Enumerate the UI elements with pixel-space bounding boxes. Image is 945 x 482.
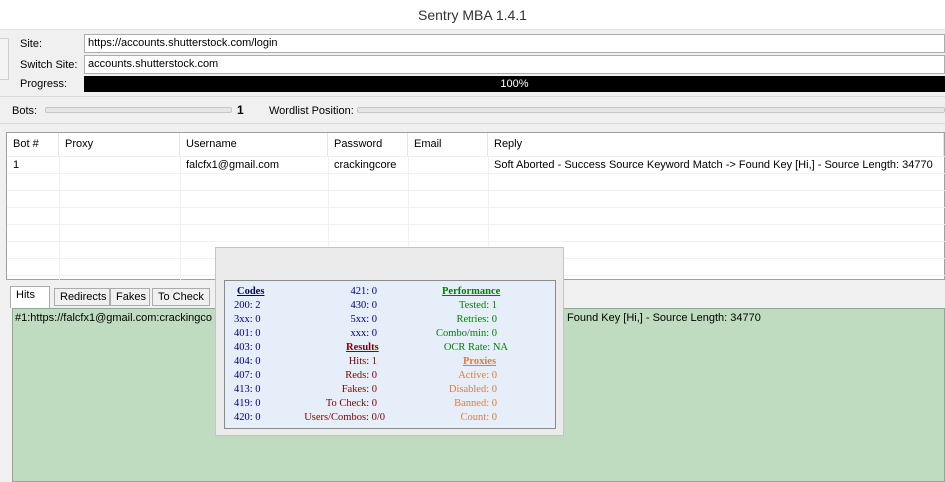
- proxy-active: Active: 0: [458, 370, 497, 381]
- proxy-count: Count: 0: [460, 412, 497, 423]
- cell-username: falcfx1@gmail.com: [186, 159, 280, 171]
- switch-site-label: Switch Site:: [20, 59, 78, 71]
- code-401: 401: 0: [234, 328, 261, 339]
- code-200: 200: 2: [234, 300, 261, 311]
- cell-bot: 1: [13, 159, 20, 171]
- code-404: 404: 0: [234, 356, 261, 367]
- window-title: Sentry MBA 1.4.1: [0, 0, 945, 30]
- perf-retries: Retries: 0: [456, 314, 497, 325]
- progress-bar: 100%: [84, 76, 945, 92]
- site-input[interactable]: https://accounts.shutterstock.com/login: [84, 34, 945, 53]
- code-421: 421: 0: [350, 286, 377, 297]
- code-430: 430: 0: [350, 300, 377, 311]
- bots-bar: Bots: 1 Wordlist Position:: [0, 96, 945, 124]
- performance-header: Performance: [442, 286, 501, 297]
- switch-site-input[interactable]: accounts.shutterstock.com: [84, 55, 945, 74]
- progress-label: Progress:: [20, 78, 68, 90]
- hit-line-end: Found Key [Hi,] - Source Length: 34770: [567, 312, 761, 324]
- tab-redirects[interactable]: Redirects: [54, 288, 110, 306]
- code-403: 403: 0: [234, 342, 261, 353]
- col-header-password[interactable]: Password: [328, 133, 408, 156]
- wordlist-slider[interactable]: [357, 107, 945, 113]
- tab-to-check[interactable]: To Check: [152, 288, 210, 306]
- col-header-reply[interactable]: Reply: [488, 133, 944, 156]
- site-label: Site:: [20, 38, 43, 50]
- tab-fakes[interactable]: Fakes: [110, 288, 150, 306]
- codes-header: Codes: [237, 286, 265, 297]
- proxies-header: Proxies: [463, 356, 497, 367]
- code-407: 407: 0: [234, 370, 261, 381]
- perf-ocr-rate: OCR Rate: NA: [443, 342, 508, 353]
- left-panel-edge: [0, 38, 9, 80]
- progress-text: 100%: [500, 78, 529, 90]
- proxy-banned: Banned: 0: [454, 398, 497, 409]
- col-header-bot[interactable]: Bot #: [7, 133, 59, 156]
- bots-count: 1: [237, 103, 244, 117]
- wordlist-label: Wordlist Position:: [269, 105, 354, 117]
- result-hits: Hits: 1: [348, 356, 377, 367]
- col-header-email[interactable]: Email: [408, 133, 488, 156]
- code-419: 419: 0: [234, 398, 261, 409]
- result-users-combos: Users/Combos: 0/0: [304, 412, 385, 423]
- stats-box: Codes 200: 2 3xx: 0 401: 0 403: 0 404: 0…: [224, 280, 556, 429]
- results-header: Results: [346, 342, 379, 353]
- hit-line-start: #1:https://falcfx1@gmail.com:crackingco: [15, 312, 213, 324]
- code-420: 420: 0: [234, 412, 261, 423]
- col-header-proxy[interactable]: Proxy: [59, 133, 180, 156]
- perf-combo-min: Combo/min: 0: [436, 328, 497, 339]
- col-header-username[interactable]: Username: [180, 133, 328, 156]
- perf-tested: Tested: 1: [458, 300, 497, 311]
- proxy-disabled: Disabled: 0: [448, 384, 497, 395]
- bots-slider[interactable]: [45, 107, 232, 113]
- stats-panel: Codes 200: 2 3xx: 0 401: 0 403: 0 404: 0…: [215, 247, 564, 436]
- result-reds: Reds: 0: [345, 370, 377, 381]
- cell-password: crackingcore: [334, 159, 397, 171]
- cell-proxy: [59, 157, 65, 174]
- tab-hits[interactable]: Hits: [10, 286, 50, 308]
- result-fakes: Fakes: 0: [341, 384, 377, 395]
- bots-label: Bots:: [12, 105, 38, 117]
- result-to-check: To Check: 0: [325, 398, 377, 409]
- cell-reply: Soft Aborted - Success Source Keyword Ma…: [494, 159, 933, 171]
- cell-email: [408, 157, 414, 174]
- code-413: 413: 0: [234, 384, 261, 395]
- code-3xx: 3xx: 0: [234, 314, 261, 325]
- code-5xx: 5xx: 0: [350, 314, 377, 325]
- code-xxx: xxx: 0: [350, 328, 377, 339]
